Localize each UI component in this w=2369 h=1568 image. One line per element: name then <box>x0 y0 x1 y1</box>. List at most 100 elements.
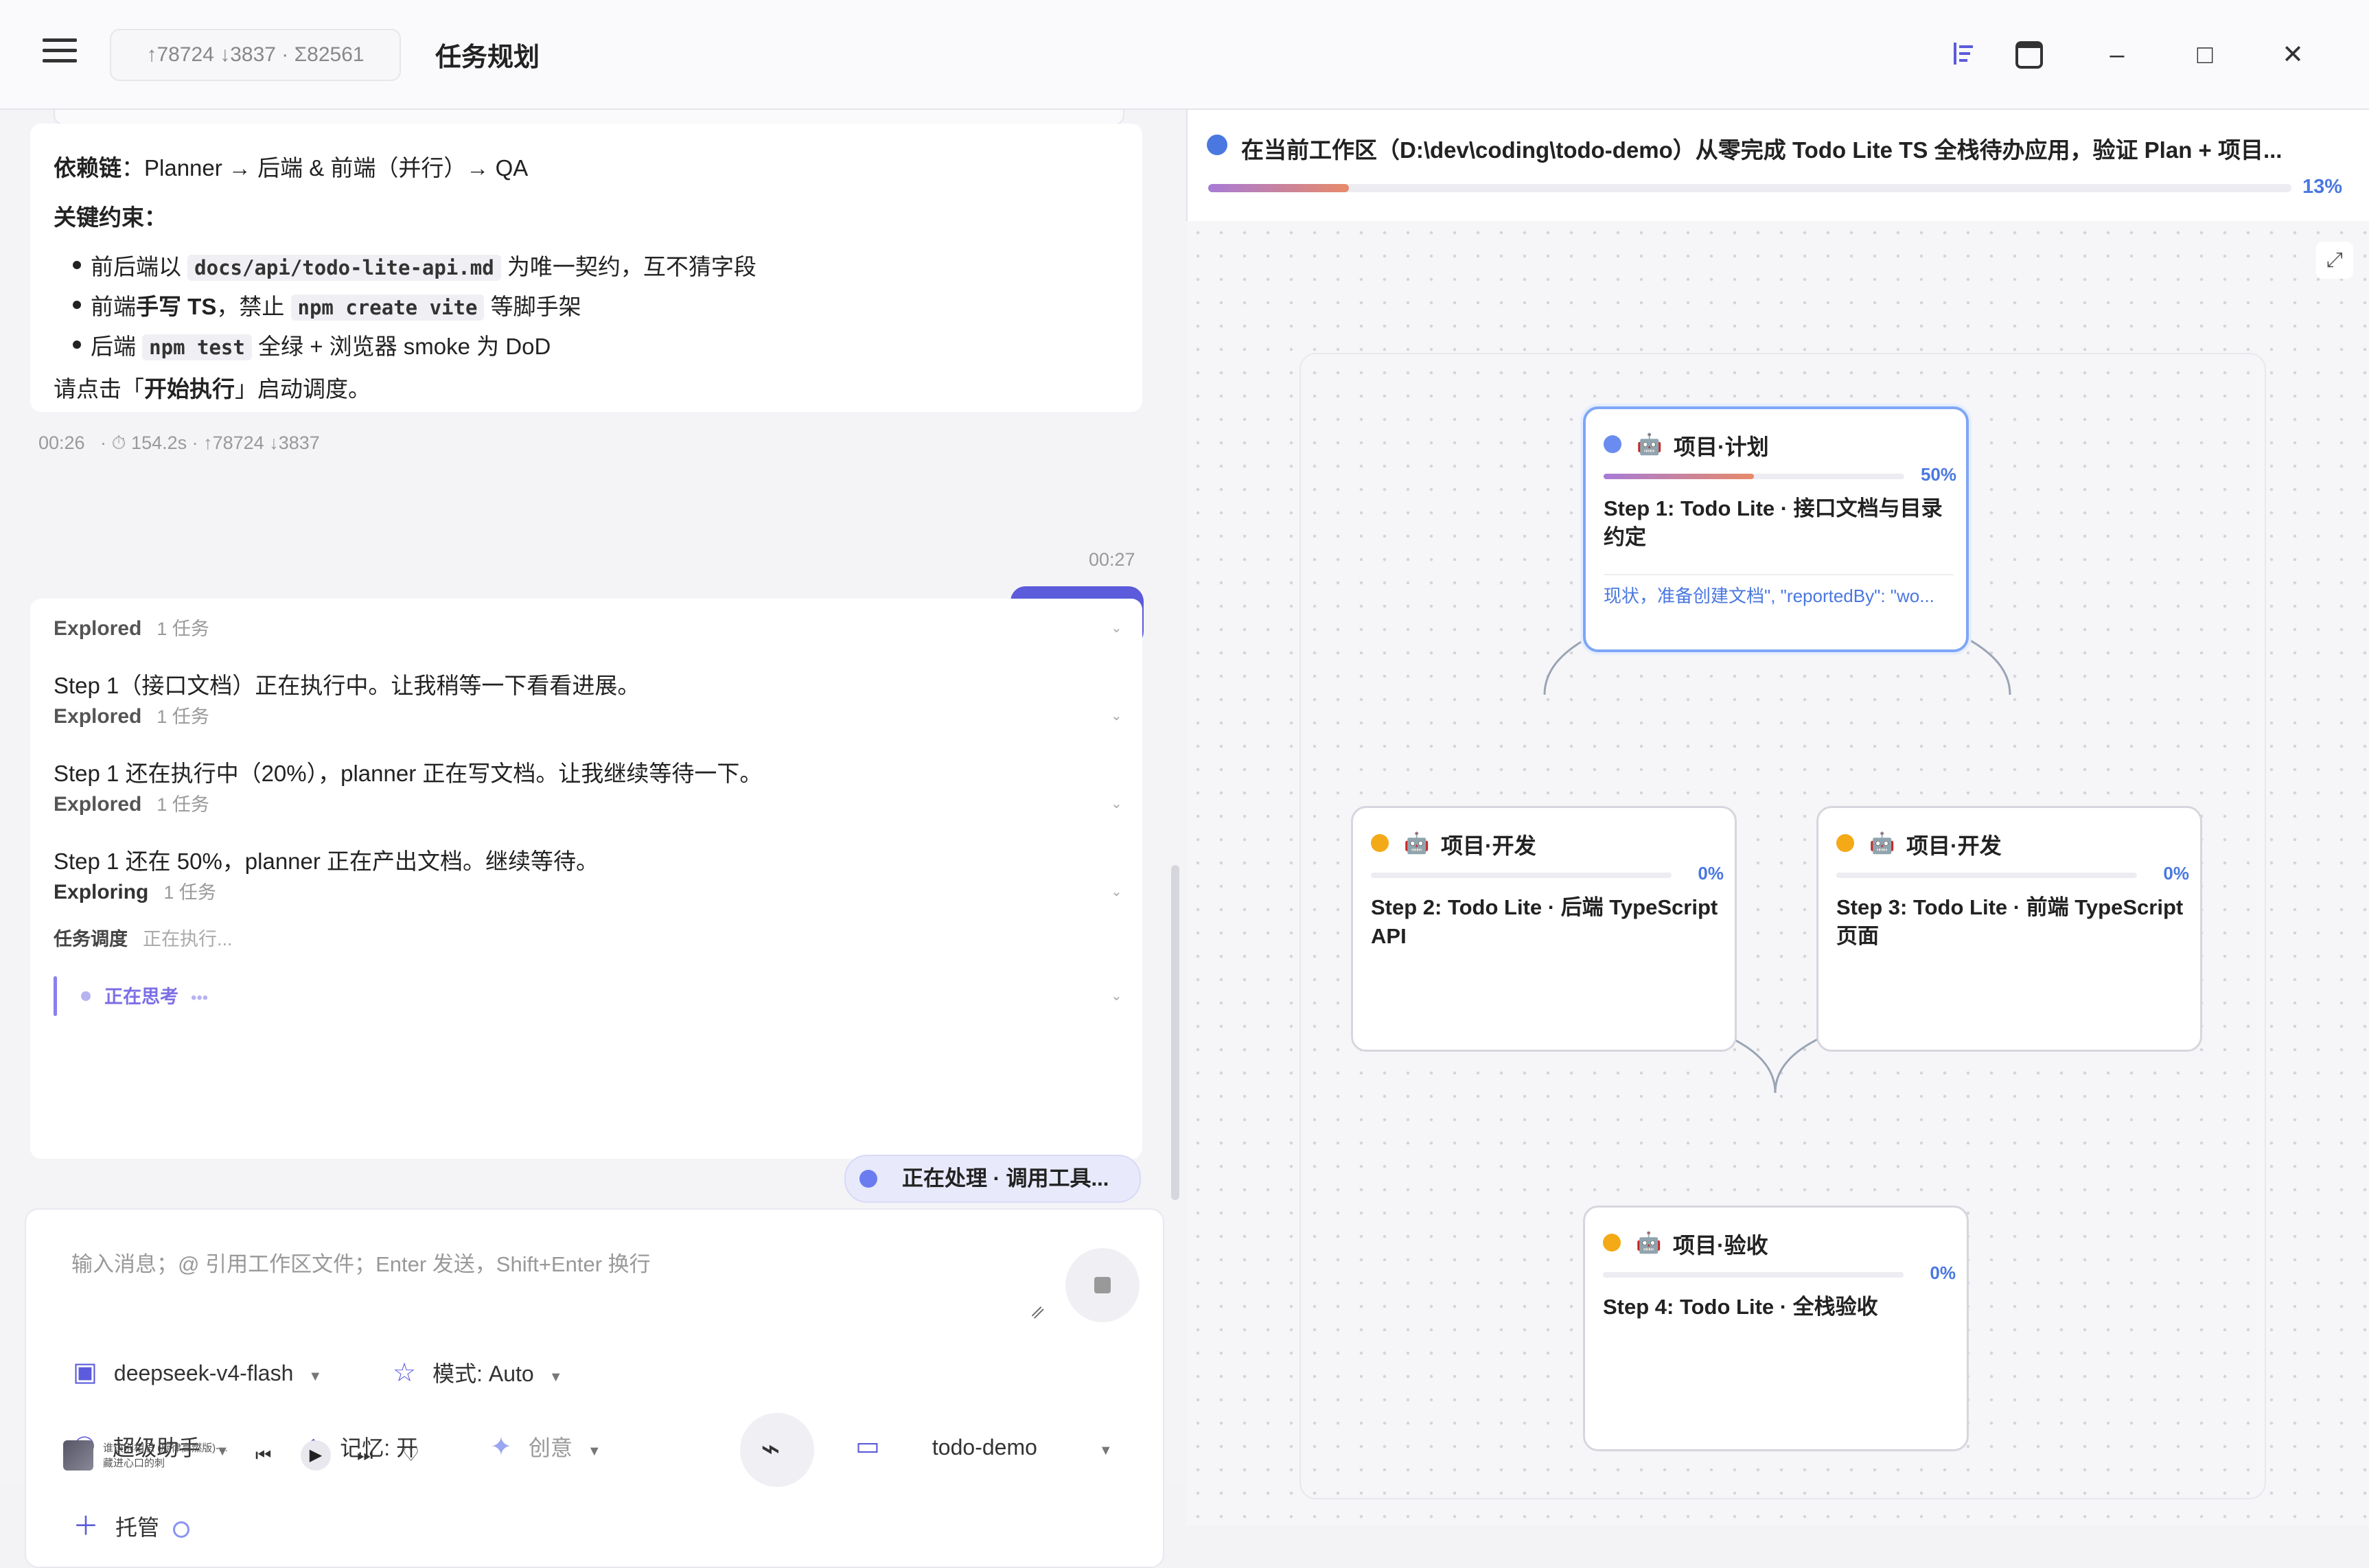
model-selector[interactable]: ▣ deepseek-v4-flash ▼ <box>73 1357 322 1387</box>
constraints-heading: 关键约束： <box>54 205 167 230</box>
constraint-item: 前端手写 TS，禁止 npm create vite 等脚手架 <box>91 294 581 321</box>
chevron-icon[interactable]: ⌄ <box>1111 619 1122 636</box>
node-status-dot <box>1604 435 1621 453</box>
thinking-dot <box>81 991 91 1001</box>
mode-selector[interactable]: ☆ 模式: Auto ▼ <box>393 1357 563 1388</box>
message-time: 00:26 <box>38 433 85 453</box>
flow-node-step4[interactable]: 🤖 项目·验收 0% Step 4: Todo Lite · 全栈验收 <box>1583 1206 1969 1451</box>
node-progress-track <box>1603 1272 1904 1278</box>
node-title: 项目·开发 <box>1906 833 2002 858</box>
prev-track-icon[interactable]: ⏮ <box>255 1444 271 1466</box>
heart-icon[interactable]: ♡ <box>402 1443 419 1466</box>
title-bar: ↑78724 ↓3837 · Σ82561 任务规划 – □ ✕ <box>0 0 2369 110</box>
track-subtitle: 藏进心口的刺 <box>103 1457 165 1469</box>
log-message: Step 1（接口文档）正在执行中。让我稍等一下看看进展。 <box>54 673 640 698</box>
chat-scrollbar[interactable] <box>1171 865 1179 1200</box>
node-status-dot <box>1603 1234 1621 1252</box>
log-message: Step 1 还在 50%，planner 正在产出文档。继续等待。 <box>54 849 599 874</box>
hamburger-menu-icon[interactable] <box>43 38 77 70</box>
chevron-icon[interactable]: ⌄ <box>1111 883 1122 900</box>
bullet-dot <box>73 301 81 309</box>
plan-progress-label: 13% <box>2302 176 2343 198</box>
processing-status-chip: 正在处理 · 调用工具... <box>844 1155 1141 1203</box>
plan-panel: 在当前工作区（D:\dev\coding\todo-demo）从零完成 Todo… <box>1186 110 2369 1525</box>
play-button[interactable]: ▶ <box>301 1440 331 1471</box>
music-player: 谁诀别相思 (旋律高燃版)-... 藏进心口的刺 ⏮ ▶ ⏭ ♡ <box>60 1438 445 1473</box>
paperclip-icon: ⌁ <box>761 1431 781 1467</box>
robot-icon: 🤖 <box>1637 433 1663 456</box>
stop-icon <box>1094 1277 1111 1293</box>
attach-button[interactable]: ⌁ <box>740 1413 814 1487</box>
flow-node-step2[interactable]: 🤖 项目·开发 0% Step 2: Todo Lite · 后端 TypeSc… <box>1351 806 1737 1052</box>
constraint-item: 前后端以 docs/api/todo-lite-api.md 为唯一契约，互不猜… <box>91 254 756 281</box>
robot-icon: 🤖 <box>1404 832 1430 855</box>
explored-row[interactable]: Explored 1 任务 <box>54 789 209 816</box>
node-title: 项目·开发 <box>1441 833 1536 858</box>
log-message: Step 1 还在执行中（20%），planner 正在写文档。让我继续等待一下… <box>54 761 763 786</box>
thinking-indicator[interactable]: 正在思考 ••• <box>104 982 208 1008</box>
robot-icon: 🤖 <box>1636 1232 1662 1254</box>
explored-row[interactable]: Explored 1 任务 <box>54 702 209 728</box>
node-progress-label: 0% <box>2163 863 2189 884</box>
track-title: 谁诀别相思 (旋律高燃版)-... <box>103 1442 228 1454</box>
node-description: Step 3: Todo Lite · 前端 TypeScript 页面 <box>1836 895 2184 948</box>
model-chip-icon: ▣ <box>73 1358 97 1387</box>
node-log-snippet: 现状，准备创建文档", "reportedBy": "wo... <box>1604 574 1954 608</box>
chevron-icon[interactable]: ⌄ <box>1111 987 1122 1004</box>
node-progress-fill <box>1604 474 1754 479</box>
user-message-time: 00:27 <box>1089 549 1135 570</box>
exploring-row[interactable]: Exploring 1 任务 <box>54 877 216 904</box>
node-description: Step 4: Todo Lite · 全栈验收 <box>1603 1295 1878 1319</box>
creative-selector[interactable]: ✦ 创意 ▼ <box>490 1431 601 1462</box>
dependency-line: 依赖链：Planner → 后端 & 前端（并行）→ QA <box>54 155 529 181</box>
minimize-button[interactable]: – <box>2096 34 2138 76</box>
table-fragment <box>54 110 1124 125</box>
message-input[interactable]: 输入消息；@ 引用工作区文件；Enter 发送，Shift+Enter 换行 <box>71 1247 651 1278</box>
album-art <box>63 1440 93 1471</box>
plan-title: 在当前工作区（D:\dev\coding\todo-demo）从零完成 Todo… <box>1241 137 2283 163</box>
node-status-dot <box>1371 834 1389 852</box>
node-description: Step 2: Todo Lite · 后端 TypeScript API <box>1371 895 1718 948</box>
flow-node-step3[interactable]: 🤖 项目·开发 0% Step 3: Todo Lite · 前端 TypeSc… <box>1816 806 2202 1052</box>
folder-icon: ▭ <box>855 1432 880 1461</box>
plus-icon: ＋ <box>73 1512 100 1541</box>
node-title: 项目·验收 <box>1673 1233 1768 1258</box>
next-track-icon[interactable]: ⏭ <box>357 1444 373 1466</box>
node-progress-label: 50% <box>1920 464 1956 485</box>
hosting-status-circle <box>173 1521 190 1538</box>
star-icon: ☆ <box>393 1359 417 1387</box>
constraint-item: 后端 npm test 全绿 + 浏览器 smoke 为 DoD <box>91 334 551 360</box>
resize-handle-icon[interactable]: ═ <box>1026 1300 1050 1324</box>
robot-icon: 🤖 <box>1869 832 1895 855</box>
plan-status-dot <box>1207 135 1227 155</box>
flow-node-step1[interactable]: 🤖 项目·计划 50% Step 1: Todo Lite · 接口文档与目录约… <box>1583 406 1969 652</box>
chat-panel: 依赖链：Planner → 后端 & 前端（并行）→ QA 关键约束： 前后端以… <box>0 110 1185 1568</box>
start-instruction: 请点击「开始执行」启动调度。 <box>54 376 371 402</box>
thinking-bar-accent <box>54 976 57 1016</box>
node-description: Step 1: Todo Lite · 接口文档与目录约定 <box>1604 496 1943 549</box>
workspace-selector[interactable]: ▭ todo-demo ▼ <box>855 1431 1113 1462</box>
sparkle-icon: ✦ <box>490 1433 512 1462</box>
flow-canvas[interactable]: ⤢ 🤖 项目·计划 50% Step 1: Todo Lite · 接口文档与目… <box>1186 221 2369 1525</box>
plan-progress-track <box>1208 184 2291 192</box>
close-button[interactable]: ✕ <box>2272 34 2313 76</box>
message-stats: · ⏱ 154.2s · ↑78724 ↓3837 <box>100 433 320 453</box>
hosting-toggle[interactable]: ＋托管 <box>73 1505 190 1543</box>
bullet-dot <box>73 261 81 269</box>
chevron-icon[interactable]: ⌄ <box>1111 795 1122 812</box>
bullet-dot <box>73 341 81 349</box>
explored-row[interactable]: Explored 1 任务 <box>54 614 209 641</box>
chevron-icon[interactable]: ⌄ <box>1111 707 1122 724</box>
node-title: 项目·计划 <box>1674 435 1769 459</box>
node-progress-track <box>1371 873 1672 878</box>
stop-button[interactable] <box>1065 1248 1140 1322</box>
node-progress-label: 0% <box>1698 863 1724 884</box>
panel-toggle-icon[interactable] <box>2014 40 2044 70</box>
maximize-button[interactable]: □ <box>2184 34 2226 76</box>
composer: 输入消息；@ 引用工作区文件；Enter 发送，Shift+Enter 换行 ═… <box>25 1208 1164 1568</box>
dispatch-row[interactable]: 任务调度 正在执行... <box>54 924 233 951</box>
page-title: 任务规划 <box>435 43 540 72</box>
node-status-dot <box>1836 834 1854 852</box>
plan-list-icon[interactable] <box>1950 40 1977 67</box>
node-progress-track <box>1604 474 1904 479</box>
